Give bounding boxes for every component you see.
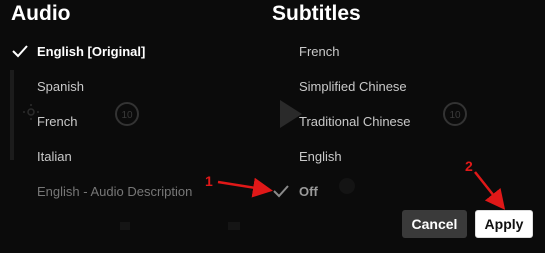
audio-option-english-original[interactable]: English [Original] <box>37 44 145 60</box>
subtitles-heading: Subtitles <box>272 2 361 25</box>
svg-text:10: 10 <box>121 110 133 121</box>
annotation-step-2-label: 2 <box>465 158 473 174</box>
subtitle-option-traditional-chinese[interactable]: Traditional Chinese <box>299 114 411 130</box>
audio-option-english-audio-description[interactable]: English - Audio Description <box>37 184 192 200</box>
subtitle-option-simplified-chinese[interactable]: Simplified Chinese <box>299 79 407 95</box>
audio-option-french[interactable]: French <box>37 114 77 130</box>
subtitle-option-off[interactable]: Off <box>299 184 318 200</box>
rewind-icon: 10 <box>115 102 139 126</box>
apply-button[interactable]: Apply <box>475 210 533 238</box>
subtitle-selected-check-icon <box>273 185 289 198</box>
subtitle-option-french[interactable]: French <box>299 44 339 60</box>
annotation-arrow-1 <box>217 177 273 198</box>
annotation-step-1-label: 1 <box>205 173 213 189</box>
audio-heading: Audio <box>11 2 71 25</box>
cancel-button[interactable]: Cancel <box>402 210 467 238</box>
subtitle-option-english[interactable]: English <box>299 149 342 165</box>
audio-option-italian[interactable]: Italian <box>37 149 72 165</box>
forward-icon: 10 <box>443 102 467 126</box>
audio-selected-check-icon <box>12 45 28 58</box>
svg-text:10: 10 <box>449 110 461 121</box>
audio-option-spanish[interactable]: Spanish <box>37 79 84 95</box>
annotation-arrow-2 <box>474 171 506 210</box>
